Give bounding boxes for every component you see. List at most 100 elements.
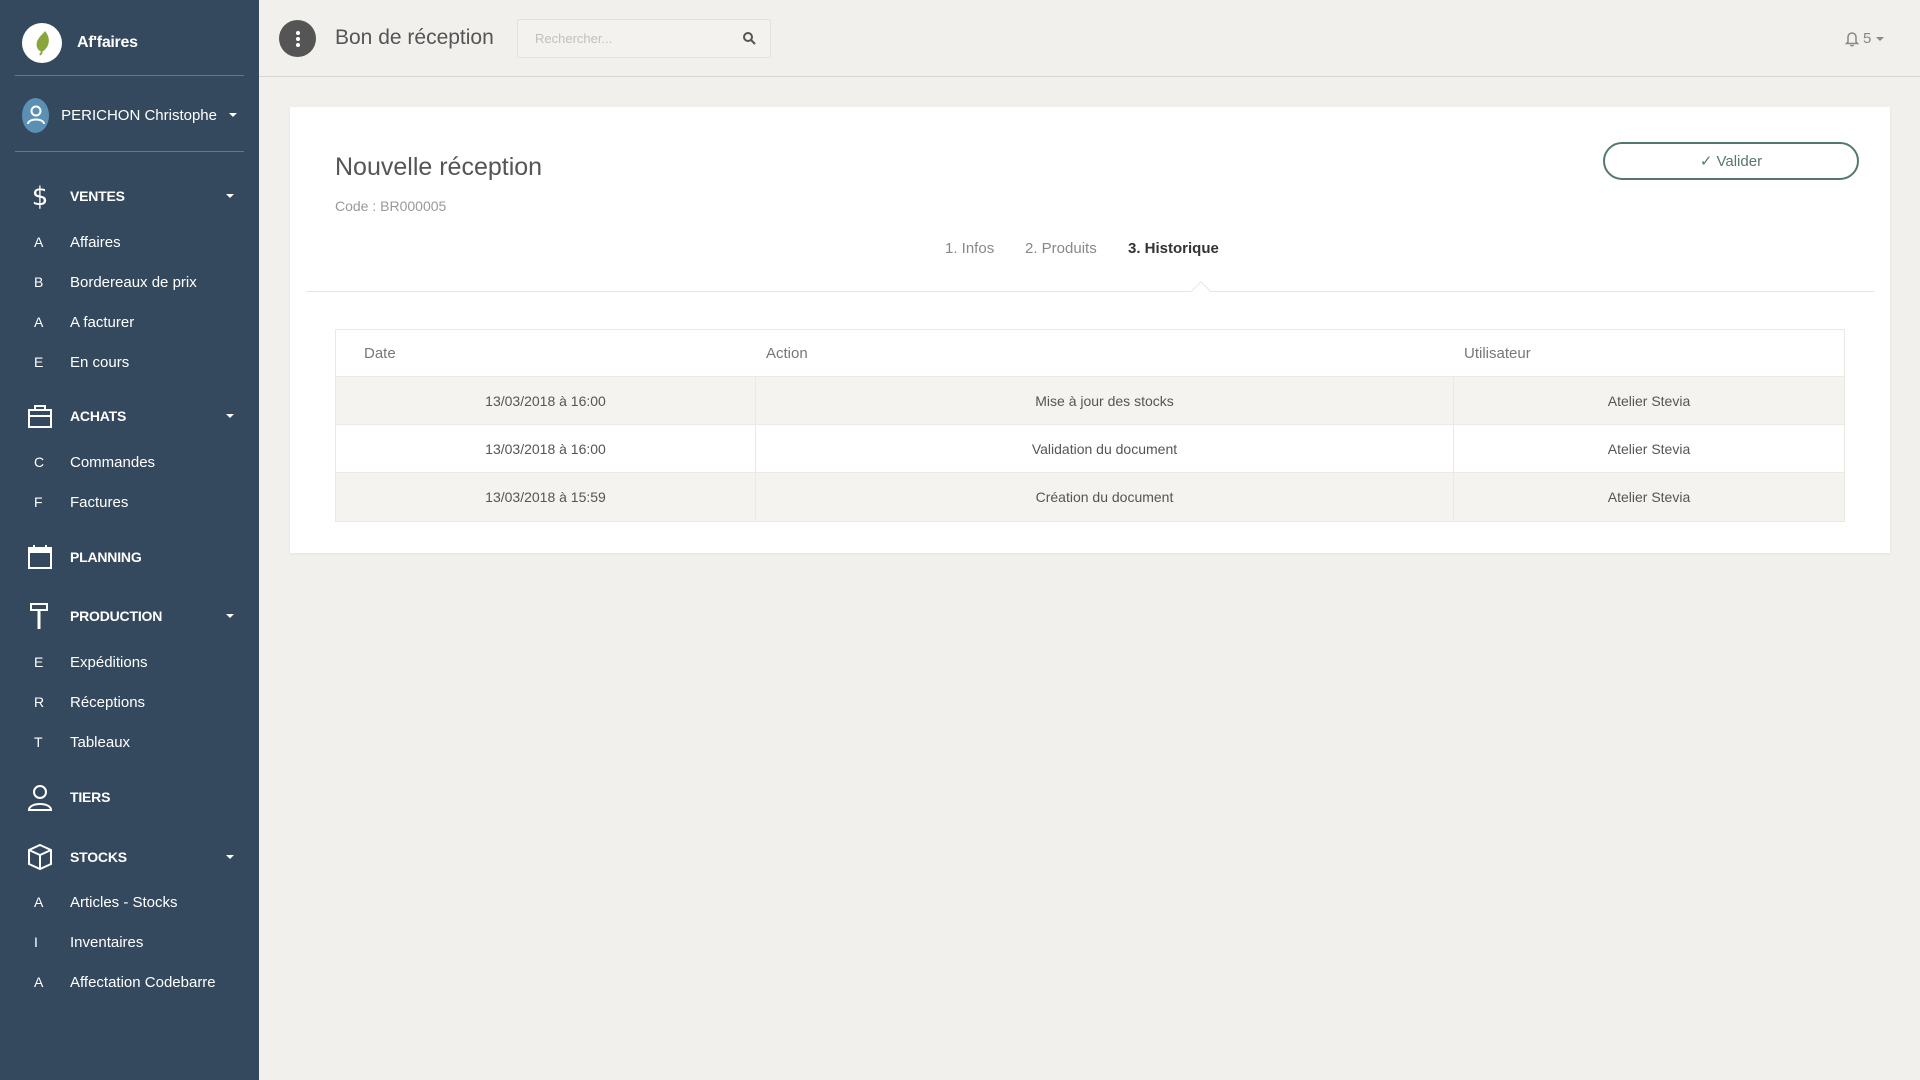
item-letter: T (34, 734, 43, 750)
item-label: Bordereaux de prix (70, 273, 197, 291)
item-letter: I (34, 934, 38, 950)
check-icon: ✓ (1699, 153, 1713, 170)
sidebar-item-affaires[interactable]: A Affaires (0, 224, 259, 260)
chevron-down-icon (226, 194, 234, 198)
item-label: Articles - Stocks (70, 893, 178, 911)
item-label: Expéditions (70, 653, 148, 671)
reception-card: Nouvelle réception Code : BR000005 ✓ Val… (290, 107, 1890, 553)
table-row[interactable]: 13/03/2018 à 16:00 Mise à jour des stock… (336, 377, 1844, 425)
sidebar-section-stocks[interactable]: STOCKS (0, 836, 259, 878)
item-letter: B (34, 274, 44, 290)
brand-name: Af'faires (77, 34, 138, 51)
item-label: Commandes (70, 453, 156, 471)
sidebar-section-planning[interactable]: PLANNING (0, 536, 259, 578)
column-header-user[interactable]: Utilisateur (1464, 345, 1531, 362)
leaf-logo-icon (22, 23, 62, 63)
top-bar: Bon de réception 5 (259, 0, 1920, 77)
svg-text:$: $ (32, 182, 49, 210)
table-row[interactable]: 13/03/2018 à 16:00 Validation du documen… (336, 425, 1844, 473)
sidebar: Af'faires PERICHON Christophe $ VENTES A… (0, 0, 259, 1080)
calendar-icon (26, 543, 54, 571)
search-box (517, 19, 771, 58)
divider (15, 75, 244, 76)
hammer-icon (26, 602, 54, 630)
card-title: Nouvelle réception (335, 153, 543, 181)
tab-infos[interactable]: 1. Infos (945, 240, 994, 257)
dollar-icon: $ (26, 182, 54, 210)
table-row[interactable]: 13/03/2018 à 15:59 Création du document … (336, 473, 1844, 521)
notification-count: 5 (1863, 30, 1872, 47)
search-input[interactable] (518, 20, 718, 57)
item-letter: C (34, 454, 45, 470)
validate-label: Valider (1716, 152, 1763, 170)
item-label: Factures (70, 493, 129, 511)
item-letter: A (34, 974, 44, 990)
sidebar-item-articles-stocks[interactable]: A Articles - Stocks (0, 884, 259, 920)
page-title: Bon de réception (335, 26, 494, 49)
bell-icon (1845, 31, 1859, 46)
cell-date: 13/03/2018 à 15:59 (336, 473, 756, 521)
cell-action: Création du document (756, 473, 1454, 521)
item-label: Affectation Codebarre (70, 973, 216, 991)
chevron-down-icon (1876, 36, 1885, 41)
user-name: PERICHON Christophe (61, 106, 217, 124)
column-header-date[interactable]: Date (364, 345, 396, 362)
sidebar-item-commandes[interactable]: C Commandes (0, 444, 259, 480)
avatar-icon (22, 97, 50, 133)
active-tab-indicator (1191, 281, 1211, 301)
section-label: PRODUCTION (70, 608, 163, 624)
item-letter: A (34, 314, 44, 330)
item-letter: E (34, 654, 44, 670)
more-menu-button[interactable] (279, 20, 316, 57)
item-letter: A (34, 234, 44, 250)
column-header-action[interactable]: Action (766, 345, 808, 362)
search-icon[interactable] (742, 31, 756, 50)
cell-date: 13/03/2018 à 16:00 (336, 425, 756, 473)
sidebar-item-affectation-codebarre[interactable]: A Affectation Codebarre (0, 964, 259, 1000)
cell-user: Atelier Stevia (1607, 489, 1691, 505)
sidebar-item-expeditions[interactable]: E Expéditions (0, 644, 259, 680)
sidebar-section-achats[interactable]: ACHATS (0, 395, 259, 437)
section-label: ACHATS (70, 408, 127, 424)
brand[interactable]: Af'faires (22, 22, 138, 64)
cell-action: Mise à jour des stocks (756, 377, 1454, 425)
cell-action: Validation du document (756, 425, 1454, 473)
sidebar-item-en-cours[interactable]: E En cours (0, 344, 259, 380)
divider (15, 151, 244, 152)
briefcase-icon (26, 402, 54, 430)
sidebar-item-bordereaux[interactable]: B Bordereaux de prix (0, 264, 259, 300)
sidebar-item-inventaires[interactable]: I Inventaires (0, 924, 259, 960)
sidebar-section-ventes[interactable]: $ VENTES (0, 175, 259, 217)
cell-date: 13/03/2018 à 16:00 (336, 377, 756, 425)
sidebar-item-receptions[interactable]: R Réceptions (0, 684, 259, 720)
sidebar-section-tiers[interactable]: TIERS (0, 776, 259, 818)
item-letter: R (34, 694, 45, 710)
validate-button[interactable]: ✓ Valider (1603, 142, 1859, 180)
chevron-down-icon (229, 113, 237, 117)
tab-bar: 1. Infos 2. Produits 3. Historique (306, 240, 1874, 301)
chevron-down-icon (226, 855, 234, 859)
section-label: PLANNING (70, 549, 142, 565)
sidebar-section-production[interactable]: PRODUCTION (0, 595, 259, 637)
cell-user: Atelier Stevia (1607, 441, 1691, 457)
item-label: Affaires (70, 233, 121, 251)
sidebar-item-tableaux[interactable]: T Tableaux (0, 724, 259, 760)
tab-historique[interactable]: 3. Historique (1128, 240, 1219, 257)
history-table: Date Action Utilisateur 13/03/2018 à 16:… (335, 329, 1845, 522)
tab-produits[interactable]: 2. Produits (1025, 240, 1097, 257)
sidebar-item-factures[interactable]: F Factures (0, 484, 259, 520)
section-label: STOCKS (70, 849, 127, 865)
person-icon (26, 783, 54, 811)
user-menu[interactable]: PERICHON Christophe (22, 95, 237, 135)
item-letter: A (34, 894, 44, 910)
section-label: TIERS (70, 789, 111, 805)
item-letter: E (34, 354, 44, 370)
cell-user: Atelier Stevia (1607, 393, 1691, 409)
item-label: Réceptions (70, 693, 146, 711)
item-label: A facturer (70, 313, 135, 331)
item-label: En cours (70, 353, 130, 371)
item-letter: F (34, 494, 43, 510)
box-icon (26, 843, 54, 871)
notifications-button[interactable]: 5 (1845, 30, 1885, 47)
sidebar-item-a-facturer[interactable]: A A facturer (0, 304, 259, 340)
